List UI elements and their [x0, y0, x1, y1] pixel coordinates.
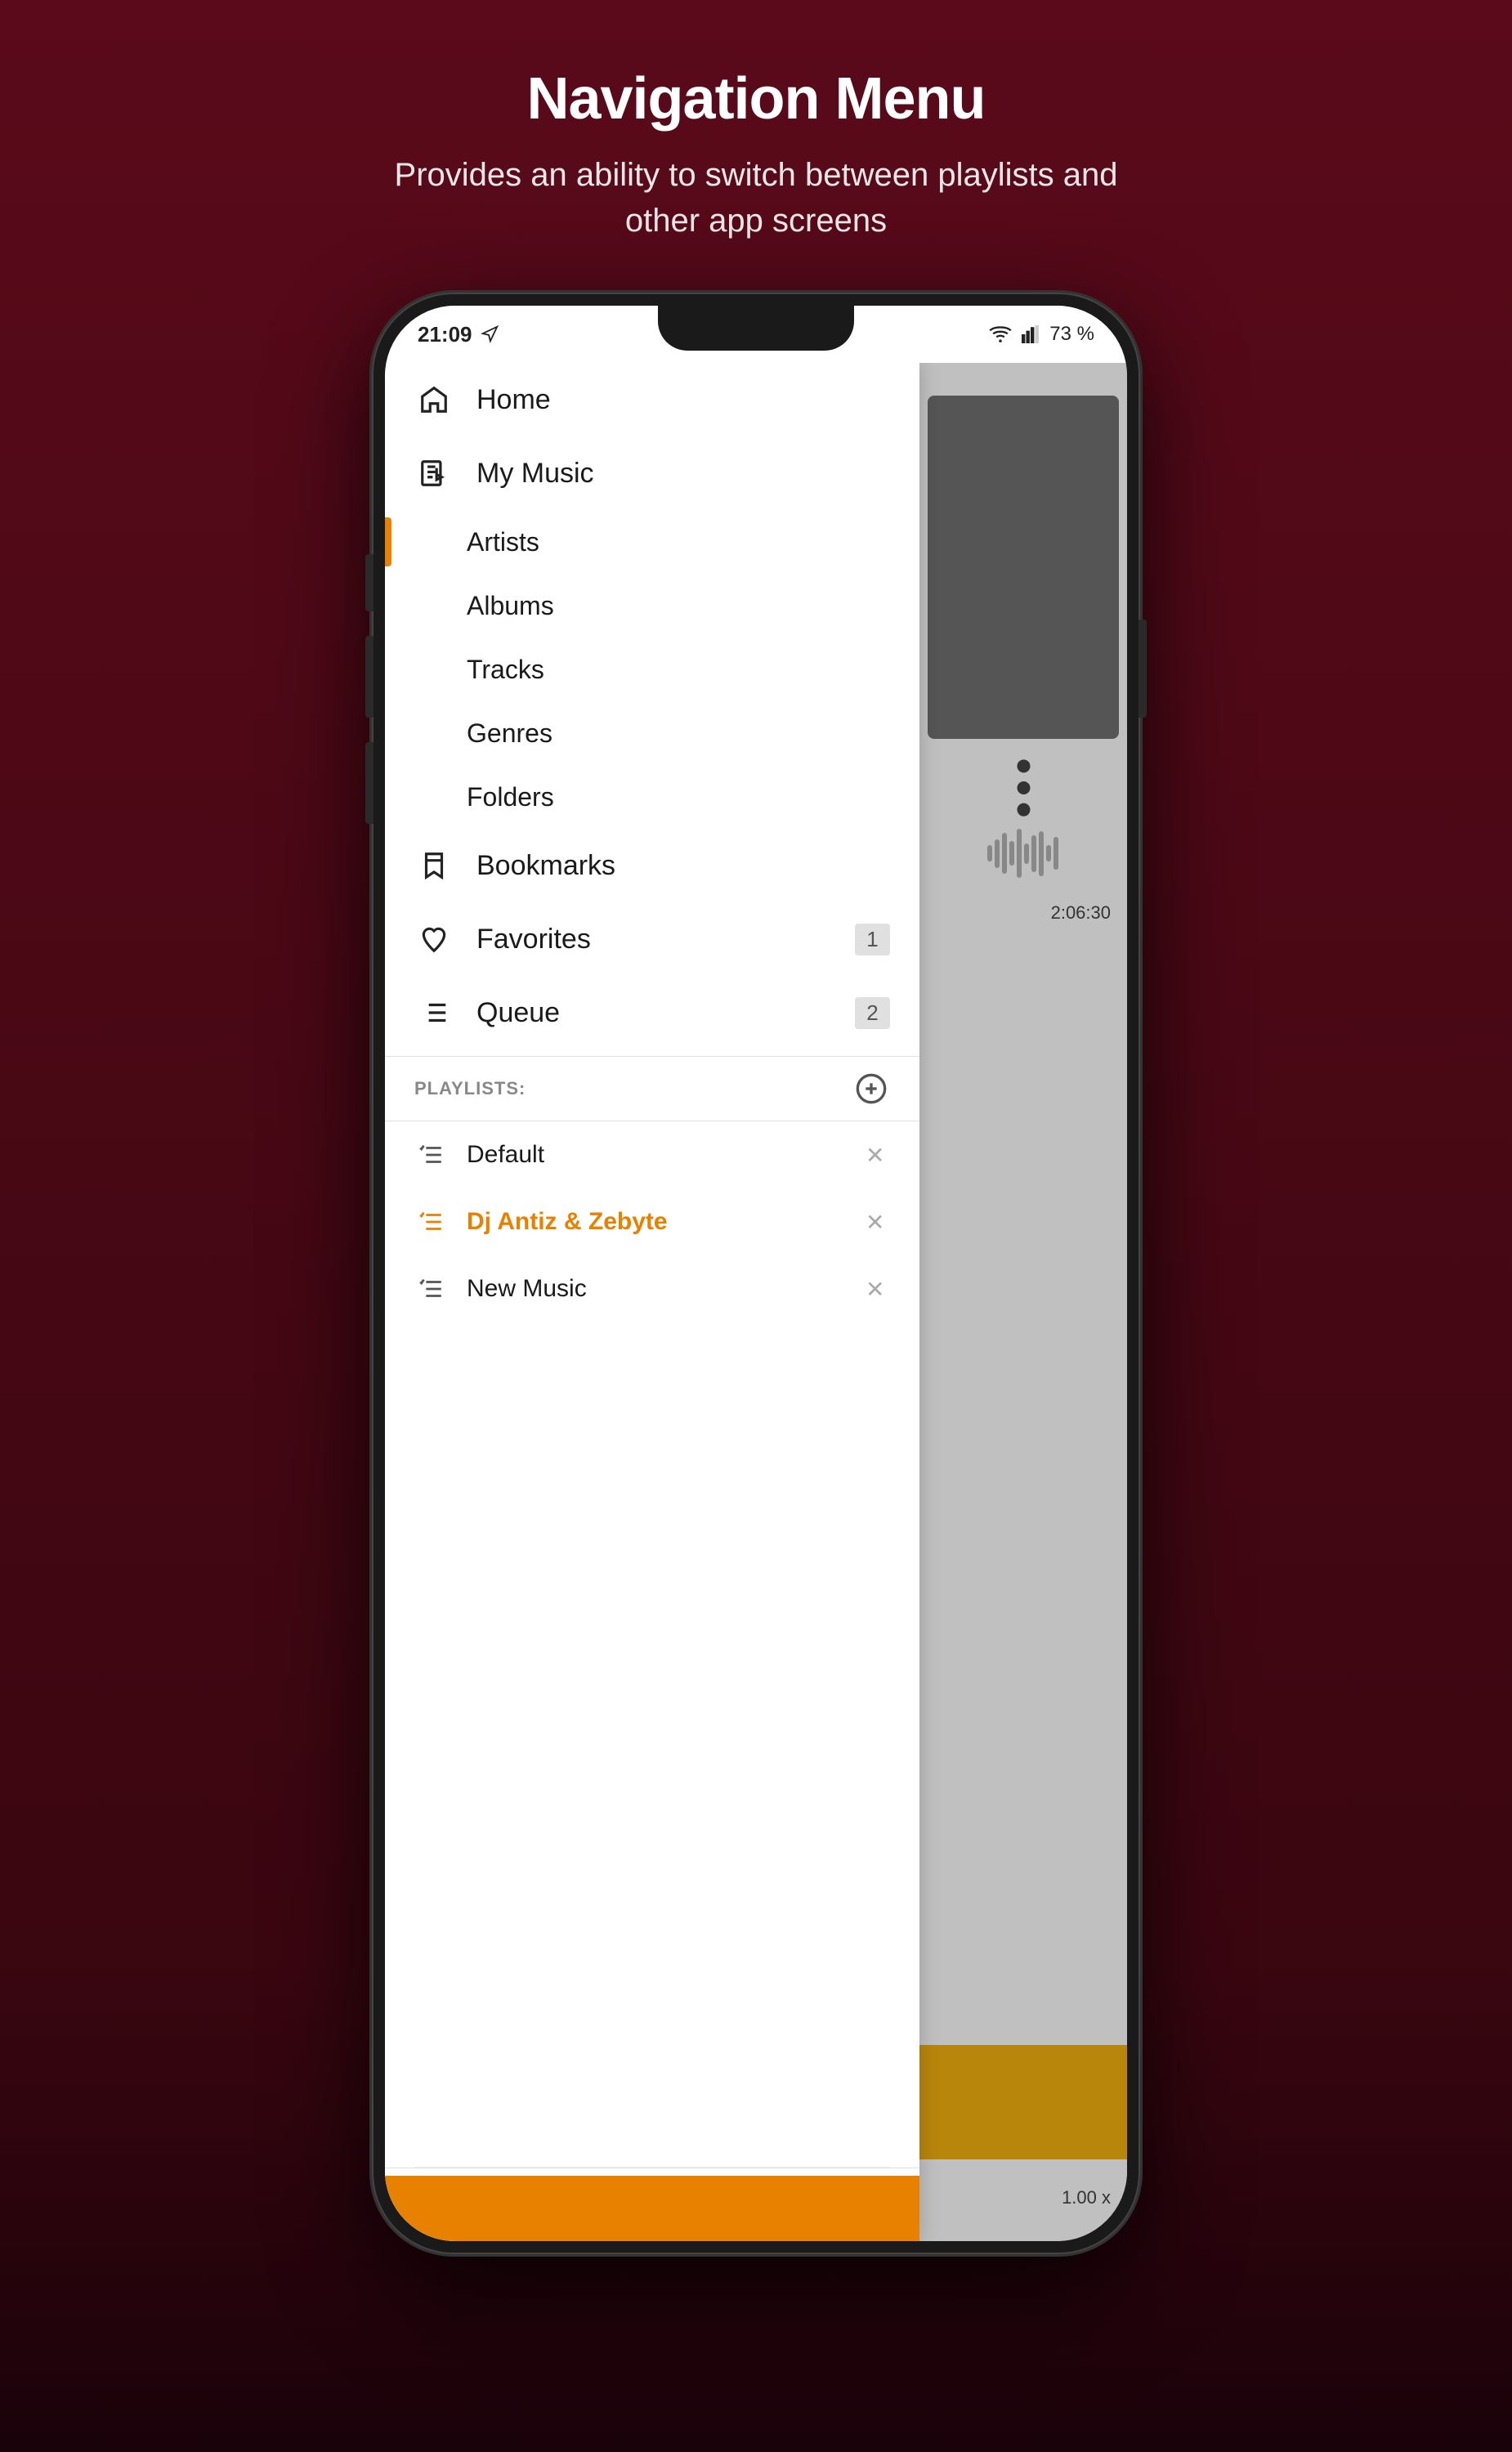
player-time: 2:06:30: [1051, 902, 1111, 924]
album-art: [928, 396, 1119, 739]
playlist-item-dj-antiz[interactable]: Dj Antiz & Zebyte ✕: [385, 1188, 919, 1255]
waveform: [919, 821, 1127, 886]
nav-subitem-artists[interactable]: Artists: [385, 510, 919, 574]
nav-item-favorites[interactable]: Favorites 1: [385, 902, 919, 976]
more-options-icon[interactable]: [1004, 755, 1041, 821]
folders-label: Folders: [467, 782, 554, 812]
albums-label: Albums: [467, 591, 554, 621]
nav-item-queue[interactable]: Queue 2: [385, 976, 919, 1049]
playlists-header: PLAYLISTS:: [385, 1056, 919, 1121]
playlist-new-music-close[interactable]: ✕: [861, 1274, 890, 1304]
phone-wrapper: 21:09 73 %: [372, 293, 1140, 2254]
queue-icon: [414, 993, 454, 1032]
page-header: Navigation Menu Provides an ability to s…: [388, 65, 1124, 244]
genres-label: Genres: [467, 718, 552, 749]
playlists-section-label: PLAYLISTS:: [414, 1078, 852, 1099]
bookmarks-icon: [414, 846, 454, 885]
right-side: 2:06:30 1.00 x: [919, 363, 1127, 2241]
phone-screen: 21:09 73 %: [385, 306, 1127, 2241]
playlist-default-label: Default: [467, 1141, 861, 1169]
player-speed: 1.00 x: [1062, 2187, 1111, 2208]
home-icon: [414, 380, 454, 419]
navigation-icon: [481, 325, 499, 343]
playlist-item-new-music[interactable]: New Music ✕: [385, 1255, 919, 1322]
nav-subitem-genres[interactable]: Genres: [385, 701, 919, 765]
queue-label: Queue: [476, 997, 560, 1029]
playlist-default-close[interactable]: ✕: [861, 1140, 890, 1170]
nav-drawer: Home My Music Artist: [385, 363, 919, 2241]
favorites-icon: [414, 920, 454, 959]
bottom-nav-bar: [385, 2176, 919, 2241]
screen-content: Home My Music Artist: [385, 363, 1127, 2241]
page-subtitle: Provides an ability to switch between pl…: [388, 152, 1124, 244]
phone-button-left-3: [365, 742, 374, 824]
bookmarks-label: Bookmarks: [476, 850, 615, 882]
nav-item-home[interactable]: Home: [385, 363, 919, 436]
playlist-item-default[interactable]: Default ✕: [385, 1121, 919, 1188]
nav-subitem-tracks[interactable]: Tracks: [385, 638, 919, 701]
battery-text: 73 %: [1049, 323, 1094, 346]
notch: [658, 306, 854, 351]
playlist-default-icon: [414, 1139, 447, 1171]
playlist-new-music-icon: [414, 1273, 447, 1305]
tracks-label: Tracks: [467, 655, 544, 685]
nav-subitem-folders[interactable]: Folders: [385, 765, 919, 829]
playlist-dj-antiz-label: Dj Antiz & Zebyte: [467, 1208, 861, 1236]
my-music-icon: [414, 454, 454, 493]
phone-button-left-1: [365, 554, 374, 611]
status-icons: 73 %: [989, 323, 1094, 346]
nav-subitem-albums[interactable]: Albums: [385, 574, 919, 638]
home-label: Home: [476, 384, 551, 416]
status-time-group: 21:09: [418, 322, 499, 347]
phone-button-left-2: [365, 636, 374, 718]
favorites-badge: 1: [855, 924, 889, 955]
player-controls-bg: [919, 2045, 1127, 2159]
page-title: Navigation Menu: [388, 65, 1124, 132]
phone-button-right: [1138, 620, 1147, 718]
status-time: 21:09: [418, 322, 472, 347]
active-indicator: [385, 517, 391, 566]
playlist-dj-antiz-icon: [414, 1206, 447, 1238]
nav-item-my-music[interactable]: My Music: [385, 436, 919, 510]
queue-badge: 2: [855, 997, 889, 1029]
favorites-label: Favorites: [476, 924, 591, 955]
signal-icon: [1022, 324, 1040, 344]
playlist-dj-antiz-close[interactable]: ✕: [861, 1207, 890, 1237]
nav-item-bookmarks[interactable]: Bookmarks: [385, 829, 919, 902]
wifi-icon: [989, 324, 1012, 344]
artists-label: Artists: [467, 527, 539, 557]
my-music-label: My Music: [476, 458, 594, 490]
add-icon: [855, 1072, 888, 1105]
playlist-new-music-label: New Music: [467, 1275, 861, 1303]
add-playlist-button[interactable]: [852, 1070, 890, 1107]
